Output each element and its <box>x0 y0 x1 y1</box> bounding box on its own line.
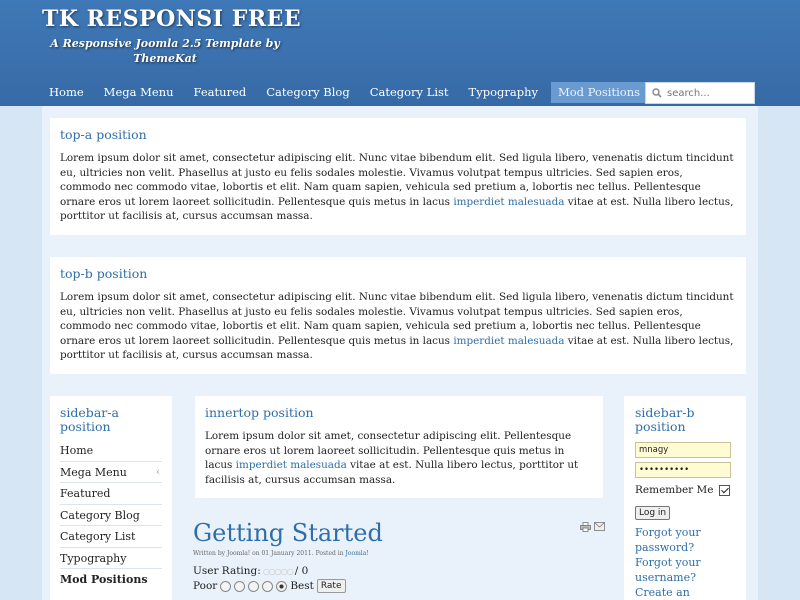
search-box <box>645 82 755 104</box>
sidebar-a-title: sidebar-a position <box>60 405 119 434</box>
sidebar-menu-item-featured[interactable]: Featured <box>60 483 162 505</box>
article-title[interactable]: Getting Started <box>193 518 605 548</box>
rate-button[interactable]: Rate <box>316 579 346 593</box>
nav-item-mega-menu[interactable]: Mega Menu <box>97 82 181 103</box>
article-icons <box>580 522 605 532</box>
site-header: TK RESPONSI FREE A Responsive Joomla 2.5… <box>0 0 800 106</box>
vote-poor-label: Poor <box>193 580 218 592</box>
article: Getting Started Written by Joomla! on 01… <box>193 518 605 593</box>
forgot-username-link[interactable]: Forgot your username? <box>635 556 735 585</box>
top-a-module: top-a position Lorem ipsum dolor sit ame… <box>50 118 746 235</box>
top-b-title: top-b position <box>60 266 148 281</box>
top-b-text: Lorem ipsum dolor sit amet, consectetur … <box>60 290 736 363</box>
email-icon[interactable] <box>594 522 605 531</box>
remember-me: Remember Me <box>635 484 735 496</box>
innertop-link[interactable]: imperdiet malesuada <box>236 459 347 471</box>
search-icon <box>652 88 662 98</box>
top-a-text: Lorem ipsum dolor sit amet, consectetur … <box>60 151 736 224</box>
print-icon[interactable] <box>580 522 591 532</box>
sidebar-menu-item-typography[interactable]: Typography <box>60 548 162 569</box>
nav-item-typography[interactable]: Typography <box>462 82 545 103</box>
sidebar-a-module: sidebar-a position Home Mega Menu ‹ Featu… <box>50 396 172 600</box>
innertop-module: innertop position Lorem ipsum dolor sit … <box>195 396 603 498</box>
main-nav: Home Mega Menu Featured Category Blog Ca… <box>42 82 653 103</box>
nav-item-mod-positions[interactable]: Mod Positions <box>550 82 648 103</box>
site-logo-subtitle: A Responsive Joomla 2.5 Template by Them… <box>50 37 280 65</box>
chevron-left-icon[interactable]: ‹ <box>156 462 160 483</box>
innertop-text: Lorem ipsum dolor sit amet, consectetur … <box>205 429 593 487</box>
user-rating-suffix: / 0 <box>294 565 309 577</box>
vote-radio-1[interactable] <box>220 580 232 592</box>
top-a-link[interactable]: imperdiet malesuada <box>453 196 564 208</box>
vote-radio-5[interactable] <box>276 580 288 592</box>
nav-item-category-blog[interactable]: Category Blog <box>259 82 356 103</box>
create-account-link[interactable]: Create an <box>635 586 735 600</box>
vote-radio-4[interactable] <box>262 580 274 592</box>
remember-me-label: Remember Me <box>635 484 714 496</box>
article-meta: Written by Joomla! on 01 January 2011. P… <box>193 550 605 557</box>
nav-item-category-list[interactable]: Category List <box>363 82 456 103</box>
sidebar-b-module: sidebar-b position Remember Me Log in Fo… <box>624 396 746 600</box>
top-b-module: top-b position Lorem ipsum dolor sit ame… <box>50 257 746 374</box>
nav-item-featured[interactable]: Featured <box>187 82 254 103</box>
sidebar-a-menu: Home Mega Menu ‹ Featured Category Blog C… <box>60 440 162 591</box>
top-a-title: top-a position <box>60 127 147 142</box>
forgot-password-link[interactable]: Forgot your password? <box>635 526 735 555</box>
login-button[interactable]: Log in <box>635 506 671 520</box>
site-logo-title[interactable]: TK RESPONSI FREE <box>42 6 301 32</box>
user-rating-label: User Rating: <box>193 565 261 577</box>
article-category-link[interactable]: Joomla! <box>345 550 368 557</box>
vote-radio-2[interactable] <box>234 580 246 592</box>
sidebar-menu-item-home[interactable]: Home <box>60 440 162 462</box>
top-b-link[interactable]: imperdiet malesuada <box>453 335 564 347</box>
sidebar-menu-item-category-blog[interactable]: Category Blog <box>60 505 162 526</box>
rating-stars-icon: ○○○○○ <box>262 566 294 576</box>
username-field[interactable] <box>635 442 731 458</box>
remember-me-checkbox[interactable] <box>718 484 730 496</box>
article-meta-text: Written by Joomla! on 01 January 2011. P… <box>193 550 346 557</box>
sidebar-menu-item-mega-menu[interactable]: Mega Menu ‹ <box>60 462 162 483</box>
nav-item-home[interactable]: Home <box>42 82 91 103</box>
password-field[interactable] <box>635 462 731 478</box>
sidebar-menu-item-mod-positions[interactable]: Mod Positions <box>60 569 162 591</box>
vote-best-label: Best <box>290 580 314 592</box>
innertop-title: innertop position <box>205 405 314 420</box>
search-input[interactable] <box>667 87 753 99</box>
sidebar-b-title: sidebar-b position <box>635 405 695 434</box>
user-rating: User Rating: ○○○○○ / 0 <box>193 565 605 577</box>
vote-radio-3[interactable] <box>248 580 260 592</box>
sidebar-menu-item-category-list[interactable]: Category List <box>60 526 162 548</box>
main-content: top-a position Lorem ipsum dolor sit ame… <box>42 106 758 600</box>
sidebar-menu-item-label: Mega Menu <box>60 465 127 479</box>
vote-row: Poor Best Rate <box>193 579 605 593</box>
